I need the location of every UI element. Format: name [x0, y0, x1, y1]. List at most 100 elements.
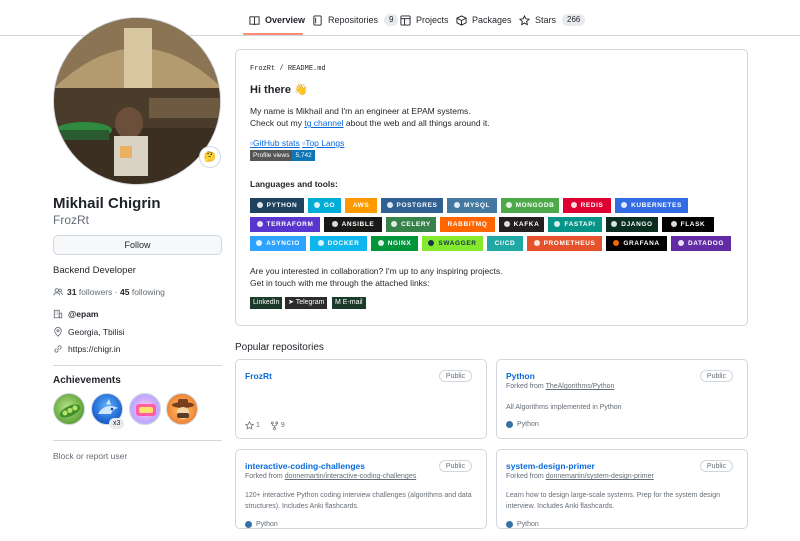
block-report-link[interactable]: Block or report user [53, 451, 127, 461]
sidebar-divider [53, 365, 222, 366]
top-langs-image-link[interactable]: ▫Top Langs [302, 138, 344, 148]
linkedin-badge[interactable]: LinkedIn [250, 297, 283, 309]
tab-stars[interactable]: Stars 266 [519, 10, 586, 30]
repo-description: Learn how to design large-scale systems.… [506, 492, 720, 510]
tg-channel-link[interactable]: tg channel [304, 118, 343, 128]
tool-badge: FASTAPI [548, 217, 602, 232]
tool-badge: SWAGGER [422, 236, 483, 251]
tab-overview[interactable]: Overview [249, 10, 305, 30]
repo-name-link[interactable]: FrozRt [245, 371, 272, 381]
forked-from: Forked from TheAlgorithms/Python [506, 383, 615, 390]
tool-icon [313, 201, 320, 208]
sidebar-divider-2 [53, 440, 222, 441]
forks-link[interactable]: 9 [270, 421, 285, 430]
tool-icon [554, 220, 561, 227]
tool-icon [256, 239, 263, 246]
telegram-badge[interactable]: ➤ Telegram [285, 297, 328, 309]
book-icon [249, 15, 260, 25]
tool-badge: DJANGO [606, 217, 658, 232]
tool-icon [670, 220, 677, 227]
repo-name-link[interactable]: interactive-coding-challenges [245, 461, 365, 471]
followers-count: 31 [67, 287, 77, 297]
tool-badge: REDIS [563, 198, 611, 213]
visibility-badge: Public [699, 370, 733, 382]
email-badge[interactable]: M E-mail [332, 297, 366, 309]
github-stats-image-link[interactable]: ▫GitHub stats [250, 138, 300, 148]
yolo-icon [136, 404, 156, 416]
tool-badge: PYTHON [250, 198, 304, 213]
link-icon [54, 345, 62, 353]
following-label: following [131, 287, 165, 297]
tool-icon [256, 201, 263, 208]
status-emoji[interactable]: 🤔 [199, 146, 221, 168]
tools-heading: Languages and tools: [250, 179, 338, 189]
table-icon [400, 14, 411, 26]
readme-collab: Are you interested in collaboration? I'm… [250, 265, 503, 289]
follow-separator: · [114, 287, 118, 297]
tool-icon [391, 220, 398, 227]
followers-label: followers [78, 287, 113, 297]
github-stats-alt: GitHub stats [253, 138, 300, 148]
avatar-photo [54, 18, 220, 184]
repo-icon [313, 14, 322, 26]
forked-from: Forked from donnemartin/system-design-pr… [506, 473, 654, 480]
achievements-title: Achievements [53, 375, 121, 386]
tab-packages[interactable]: Packages [456, 10, 512, 30]
profile-views-label: Profile views [250, 150, 293, 161]
stars-count: 266 [562, 14, 586, 26]
top-langs-alt: Top Langs [305, 138, 345, 148]
achievement-pair-extraordinaire-badge[interactable] [53, 393, 85, 425]
organization-icon [53, 309, 63, 319]
readme-path-separator: / [279, 65, 284, 73]
tool-badge: TERRAFORM [250, 217, 320, 232]
tool-badge: GRAFANA [606, 236, 667, 251]
stargazers-link[interactable]: 1 [245, 421, 260, 430]
tool-badge: MONGODB [501, 198, 559, 213]
repo-description: All Algorithms implemented in Python [506, 404, 622, 411]
tool-icon [570, 201, 577, 208]
tool-badge: FLASK [662, 217, 714, 232]
tool-icon [505, 201, 512, 208]
readme-owner-link[interactable]: FrozRt [250, 65, 275, 73]
forks-count: 9 [280, 422, 285, 429]
fork-source-link[interactable]: donnemartin/interactive-coding-challenge… [285, 473, 417, 480]
people-icon [53, 288, 63, 296]
readme-heading: Hi there 👋 [250, 84, 308, 96]
tool-badge: CELERY [386, 217, 436, 232]
fork-source-link[interactable]: donnemartin/system-design-primer [546, 473, 654, 480]
language-color-dot [245, 521, 252, 528]
follow-button[interactable]: Follow [53, 235, 222, 255]
repo-meta: 1 9 [245, 421, 285, 430]
following-link[interactable]: 45 following [120, 287, 165, 297]
tool-icon [613, 239, 620, 246]
star-icon [519, 14, 530, 26]
gmail-icon: M [335, 299, 343, 306]
tool-badge: RABBITMQ [440, 217, 495, 232]
tool-icon [317, 239, 324, 246]
fork-source-link[interactable]: TheAlgorithms/Python [546, 383, 615, 390]
company-link[interactable]: @epam [68, 309, 99, 319]
tool-badge: KUBERNETES [615, 198, 688, 213]
avatar[interactable] [53, 17, 221, 185]
location-text: Georgia, Tbilisi [68, 327, 125, 337]
tab-projects[interactable]: Projects [400, 10, 449, 30]
visibility-badge: Public [438, 460, 472, 472]
repo-name-link[interactable]: Python [506, 371, 535, 381]
vcard-location: Georgia, Tbilisi [53, 327, 125, 337]
achievement-yolo-badge[interactable] [129, 393, 161, 425]
repo-name-link[interactable]: system-design-primer [506, 461, 595, 471]
channel-before: Check out my [250, 118, 305, 128]
tab-repositories[interactable]: Repositories 9 [312, 10, 399, 30]
peas-icon [59, 404, 81, 418]
followers-link[interactable]: 31 followers [67, 287, 112, 297]
achievement-quickdraw-badge[interactable] [166, 393, 198, 425]
vcard-website: https://chigr.in [53, 344, 120, 354]
website-link[interactable]: https://chigr.in [68, 344, 120, 354]
readme-path: FrozRt / README.md [250, 65, 326, 73]
tool-icon [621, 201, 628, 208]
cowboy-icon [172, 399, 194, 419]
profile-bio: Backend Developer [53, 265, 136, 276]
location-icon [54, 327, 62, 337]
tool-badge: MYSQL [447, 198, 497, 213]
tool-badge: GO [308, 198, 341, 213]
